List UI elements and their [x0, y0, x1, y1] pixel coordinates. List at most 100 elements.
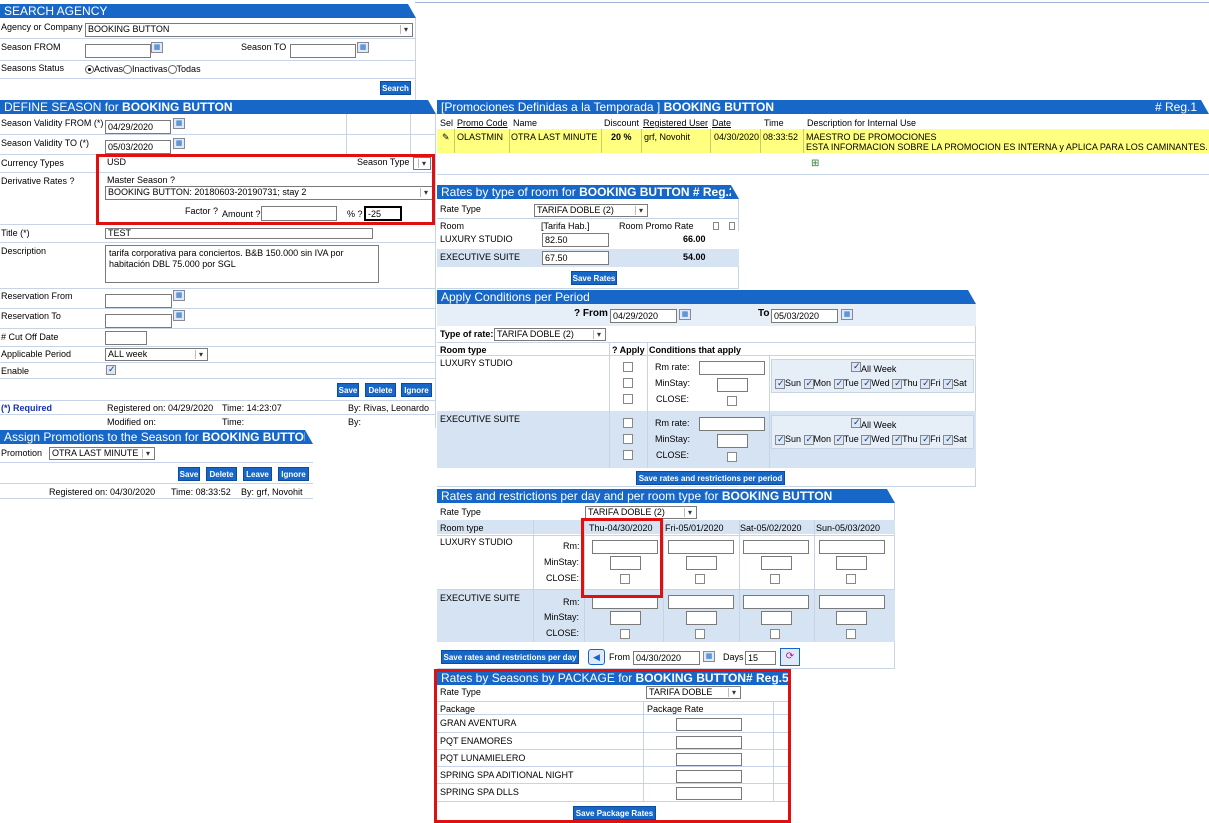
promotion-select[interactable]: OTRA LAST MINUTE ▾: [49, 447, 155, 460]
day-checkbox[interactable]: [775, 434, 785, 445]
period-select[interactable]: ALL week ▾: [105, 348, 208, 361]
day-checkbox[interactable]: [943, 378, 954, 389]
min-stay-input[interactable]: [717, 378, 748, 392]
enable-checkbox[interactable]: [106, 364, 116, 375]
day-minstay-input[interactable]: [761, 611, 792, 625]
day-minstay-input[interactable]: [686, 556, 717, 570]
delete-button[interactable]: Delete: [365, 383, 396, 397]
day-rm-input[interactable]: [819, 540, 885, 554]
all-week-checkbox[interactable]: [851, 361, 861, 372]
day-minstay-input[interactable]: [610, 611, 641, 625]
reservation-from-input[interactable]: [105, 294, 172, 308]
day-checkbox[interactable]: [833, 378, 844, 389]
day-close-checkbox[interactable]: [695, 574, 705, 584]
calendar-icon[interactable]: ▦: [841, 309, 853, 320]
day-minstay-input[interactable]: [836, 556, 867, 570]
room-rate-input[interactable]: 67.50: [542, 251, 609, 265]
col-registered-user[interactable]: Registered User: [643, 118, 708, 128]
season-from-input[interactable]: [85, 44, 151, 58]
day-close-checkbox[interactable]: [620, 629, 630, 639]
calendar-icon[interactable]: ▦: [357, 42, 369, 53]
radio-inactivas[interactable]: [123, 65, 133, 75]
day-checkbox[interactable]: [803, 378, 814, 389]
day-minstay-input[interactable]: [761, 556, 792, 570]
radio-todas[interactable]: [167, 65, 177, 75]
day-checkbox[interactable]: [775, 378, 785, 389]
calendar-icon[interactable]: ▦: [151, 42, 163, 53]
min-stay-input[interactable]: [717, 434, 748, 448]
edit-pencil-icon[interactable]: ✎: [442, 132, 450, 143]
day-close-checkbox[interactable]: [846, 574, 856, 584]
description-textarea[interactable]: tarifa corporativa para conciertos. B&B …: [105, 245, 379, 283]
day-rm-input[interactable]: [668, 540, 734, 554]
room-rate-input[interactable]: 82.50: [542, 233, 609, 247]
calendar-icon[interactable]: ▦: [173, 310, 185, 321]
day-close-checkbox[interactable]: [846, 629, 856, 639]
save-per-day-button[interactable]: Save rates and restrictions per day: [441, 650, 579, 664]
apply-checkbox[interactable]: [623, 362, 633, 372]
from-date-input[interactable]: 04/29/2020: [610, 309, 677, 323]
day-minstay-input[interactable]: [836, 611, 867, 625]
day-close-checkbox[interactable]: [695, 629, 705, 639]
day-checkbox[interactable]: [833, 434, 844, 445]
calendar-icon[interactable]: ▦: [679, 309, 691, 320]
day-checkbox[interactable]: [861, 378, 872, 389]
day-minstay-input[interactable]: [686, 611, 717, 625]
day-checkbox[interactable]: [892, 434, 903, 445]
calendar-icon[interactable]: ▦: [703, 651, 715, 662]
day-checkbox[interactable]: [920, 378, 931, 389]
rm-rate-input[interactable]: [699, 417, 765, 431]
day-rm-input[interactable]: [819, 595, 885, 609]
title-input[interactable]: TEST: [105, 228, 373, 239]
header-checkbox[interactable]: [713, 222, 719, 230]
rm-rate-input[interactable]: [699, 361, 765, 375]
add-promo-icon[interactable]: ⊞: [811, 158, 819, 169]
day-rm-input[interactable]: [668, 595, 734, 609]
save-rates-button[interactable]: Save Rates: [571, 271, 617, 285]
save-period-button[interactable]: Save rates and restrictions per period: [636, 471, 785, 485]
delete-button[interactable]: Delete: [206, 467, 237, 481]
apply-checkbox[interactable]: [623, 394, 633, 404]
validity-from-input[interactable]: 04/29/2020: [105, 120, 171, 134]
day-close-checkbox[interactable]: [770, 574, 780, 584]
reservation-to-input[interactable]: [105, 314, 172, 328]
save-button[interactable]: Save: [178, 467, 200, 481]
day-rm-input[interactable]: [743, 540, 809, 554]
to-date-input[interactable]: 05/03/2020: [771, 309, 838, 323]
calendar-icon[interactable]: ▦: [173, 290, 185, 301]
apply-checkbox[interactable]: [623, 434, 633, 444]
days-input[interactable]: 15: [745, 651, 776, 665]
col-date[interactable]: Date: [712, 118, 731, 128]
save-button[interactable]: Save: [337, 383, 359, 397]
close-checkbox[interactable]: [727, 396, 737, 406]
calendar-icon[interactable]: ▦: [173, 118, 185, 129]
day-checkbox[interactable]: [892, 378, 903, 389]
apply-checkbox[interactable]: [623, 378, 633, 388]
day-checkbox[interactable]: [803, 434, 814, 445]
cutoff-input[interactable]: [105, 331, 147, 345]
close-checkbox[interactable]: [727, 452, 737, 462]
ignore-button[interactable]: Ignore: [401, 383, 432, 397]
type-of-rate-select[interactable]: TARIFA DOBLE (2) ▾: [494, 328, 606, 341]
from-date-input[interactable]: 04/30/2020: [633, 651, 700, 665]
col-promo-code[interactable]: Promo Code: [457, 118, 508, 128]
season-to-input[interactable]: [290, 44, 356, 58]
header-checkbox[interactable]: [729, 222, 735, 230]
apply-checkbox[interactable]: [623, 418, 633, 428]
validity-to-input[interactable]: 05/03/2020: [105, 140, 171, 154]
calendar-icon[interactable]: ▦: [173, 138, 185, 149]
all-week-checkbox[interactable]: [851, 417, 861, 428]
day-checkbox[interactable]: [943, 434, 954, 445]
refresh-icon[interactable]: ⟳: [780, 648, 800, 666]
apply-checkbox[interactable]: [623, 450, 633, 460]
previous-arrow-icon[interactable]: ◀: [588, 649, 605, 665]
leave-button[interactable]: Leave: [243, 467, 272, 481]
radio-activas[interactable]: [85, 65, 94, 75]
agency-select[interactable]: BOOKING BUTTON ▾: [85, 23, 413, 37]
ignore-button[interactable]: Ignore: [278, 467, 309, 481]
day-rm-input[interactable]: [743, 595, 809, 609]
day-checkbox[interactable]: [920, 434, 931, 445]
day-checkbox[interactable]: [861, 434, 872, 445]
rate-type-select[interactable]: TARIFA DOBLE (2) ▾: [534, 204, 648, 217]
search-button[interactable]: Search: [380, 81, 411, 95]
